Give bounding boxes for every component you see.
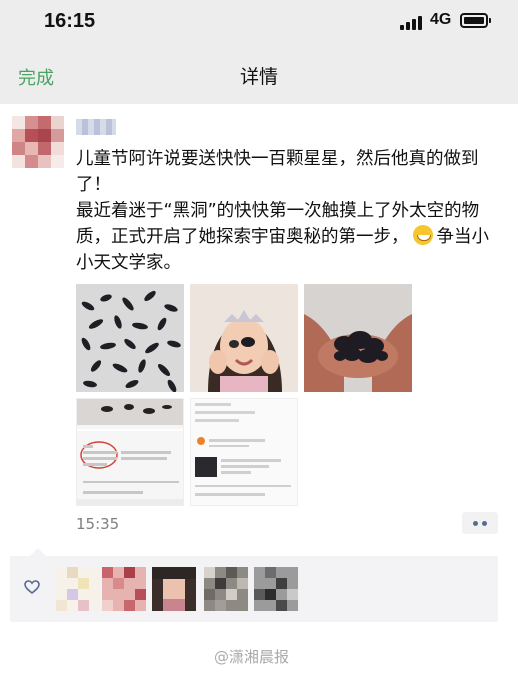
- status-time: 16:15: [44, 10, 96, 32]
- post-time: 15:35: [76, 515, 120, 533]
- liker-avatar[interactable]: [56, 567, 100, 611]
- battery-icon: [460, 13, 491, 28]
- heart-outline-icon: [24, 580, 40, 594]
- photo-shop-screenshot[interactable]: [76, 398, 184, 506]
- grinning-face-emoji: [412, 225, 433, 245]
- liker-avatar[interactable]: [152, 567, 196, 611]
- post-text-line-1: 儿童节阿许说要送快快一百颗星星，然后他真的做到了！: [76, 149, 479, 195]
- status-bar: 16:15 4G: [0, 0, 518, 48]
- likes-panel: [10, 548, 498, 622]
- post-text: 儿童节阿许说要送快快一百颗星星，然后他真的做到了！ 最近着迷于“黑洞”的快快第一…: [76, 146, 506, 276]
- author-avatar[interactable]: [12, 116, 64, 168]
- signal-bars-icon: [400, 14, 424, 30]
- photo-hands-holding-stones[interactable]: [304, 284, 412, 392]
- liker-avatar[interactable]: [102, 567, 146, 611]
- page-title: 详情: [239, 66, 278, 88]
- author-name-blurred[interactable]: [76, 119, 116, 135]
- liker-avatar[interactable]: [204, 567, 248, 611]
- photo-product-screenshot[interactable]: [190, 398, 298, 506]
- watermark: @潇湘晨报: [214, 648, 290, 666]
- network-type: 4G: [430, 11, 452, 28]
- nav-bar: 完成 详情: [0, 48, 518, 104]
- photo-meteorite-pile[interactable]: [76, 284, 184, 392]
- photo-girl-holding-stone[interactable]: [190, 284, 298, 392]
- liker-avatar[interactable]: [254, 567, 298, 611]
- more-dots-icon[interactable]: [462, 512, 498, 534]
